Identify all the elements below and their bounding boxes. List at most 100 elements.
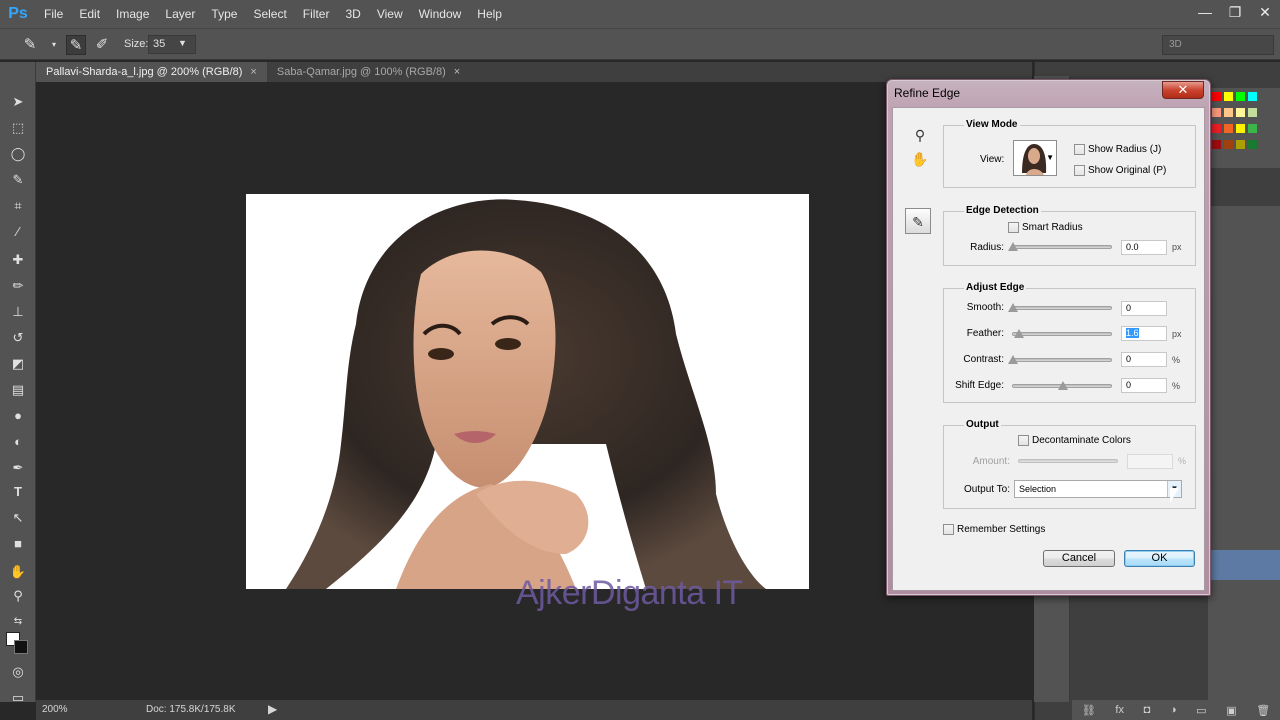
swatch[interactable] bbox=[1236, 124, 1245, 133]
marquee-tool-icon[interactable]: ⬚ bbox=[8, 118, 28, 138]
quick-selection-tool-icon[interactable]: ✎ bbox=[20, 35, 40, 55]
feather-slider-thumb[interactable] bbox=[1014, 329, 1024, 338]
link-layers-icon[interactable]: ⛓ bbox=[1082, 704, 1096, 717]
zoom-tool-icon[interactable]: ⚲ bbox=[909, 124, 931, 146]
contrast-slider[interactable] bbox=[1012, 358, 1112, 362]
swatch[interactable] bbox=[1212, 140, 1221, 149]
menu-type[interactable]: Type bbox=[203, 0, 245, 28]
restore-button[interactable]: ❐ bbox=[1220, 0, 1250, 24]
contrast-slider-thumb[interactable] bbox=[1008, 355, 1018, 364]
swatch[interactable] bbox=[1212, 124, 1221, 133]
gradient-tool-icon[interactable]: ▤ bbox=[8, 380, 28, 400]
menu-edit[interactable]: Edit bbox=[71, 0, 108, 28]
erase-refinements-tool-icon[interactable]: ✐ bbox=[92, 35, 112, 55]
eraser-tool-icon[interactable]: ◩ bbox=[8, 354, 28, 374]
smooth-input[interactable]: 0 bbox=[1121, 301, 1167, 316]
contrast-input[interactable]: 0 bbox=[1121, 352, 1167, 367]
smart-radius-checkbox[interactable] bbox=[1008, 222, 1019, 233]
decontaminate-colors-checkbox[interactable] bbox=[1018, 435, 1029, 446]
swatch[interactable] bbox=[1224, 108, 1233, 117]
size-input[interactable]: 35 bbox=[148, 35, 196, 54]
pen-tool-icon[interactable]: ✒ bbox=[8, 458, 28, 478]
swatch[interactable] bbox=[1224, 124, 1233, 133]
remember-settings-checkbox[interactable] bbox=[943, 524, 954, 535]
menu-3d[interactable]: 3D bbox=[337, 0, 368, 28]
menu-select[interactable]: Select bbox=[245, 0, 294, 28]
document-image[interactable] bbox=[246, 194, 809, 589]
quick-selection-tool-icon[interactable]: ✎ bbox=[8, 170, 28, 190]
view-mode-selector[interactable]: ▼ bbox=[1013, 140, 1057, 176]
menu-window[interactable]: Window bbox=[411, 0, 470, 28]
menu-filter[interactable]: Filter bbox=[295, 0, 338, 28]
swatch[interactable] bbox=[1224, 92, 1233, 101]
minimize-button[interactable]: — bbox=[1190, 0, 1220, 24]
fx-icon[interactable]: fx bbox=[1115, 704, 1124, 716]
dialog-close-button[interactable]: ✕ bbox=[1162, 81, 1204, 99]
eyedropper-tool-icon[interactable]: ⁄ bbox=[8, 222, 28, 242]
new-layer-icon[interactable]: ▣ bbox=[1226, 704, 1236, 717]
show-radius-checkbox[interactable] bbox=[1074, 144, 1085, 155]
radius-input[interactable]: 0.0 bbox=[1121, 240, 1167, 255]
shift-edge-input[interactable]: 0 bbox=[1121, 378, 1167, 393]
brush-tool-icon[interactable]: ✏ bbox=[8, 276, 28, 296]
show-original-checkbox[interactable] bbox=[1074, 165, 1085, 176]
rectangle-tool-icon[interactable]: ■ bbox=[8, 534, 28, 554]
tab-pallavi[interactable]: Pallavi-Sharda-a_l.jpg @ 200% (RGB/8) × bbox=[36, 62, 267, 82]
radius-slider-thumb[interactable] bbox=[1008, 242, 1018, 251]
tab-saba[interactable]: Saba-Qamar.jpg @ 100% (RGB/8) × bbox=[267, 62, 470, 82]
menu-image[interactable]: Image bbox=[108, 0, 157, 28]
add-mask-icon[interactable]: ◘ bbox=[1144, 704, 1151, 716]
swatch[interactable] bbox=[1236, 140, 1245, 149]
history-brush-tool-icon[interactable]: ↺ bbox=[8, 328, 28, 348]
swatch[interactable] bbox=[1248, 140, 1257, 149]
menu-help[interactable]: Help bbox=[469, 0, 510, 28]
status-menu-arrow-icon[interactable]: ▶ bbox=[268, 702, 277, 716]
workspace-select[interactable]: 3D bbox=[1162, 35, 1274, 55]
smooth-slider[interactable] bbox=[1012, 306, 1112, 310]
swatch[interactable] bbox=[1236, 92, 1245, 101]
swatch[interactable] bbox=[1212, 108, 1221, 117]
delete-layer-icon[interactable]: 🗑 bbox=[1256, 704, 1270, 717]
swatch[interactable] bbox=[1224, 140, 1233, 149]
refine-radius-tool-icon[interactable]: ✎ bbox=[66, 35, 86, 55]
hand-tool-icon[interactable]: ✋ bbox=[909, 148, 931, 170]
healing-brush-tool-icon[interactable]: ✚ bbox=[8, 250, 28, 270]
layer-row-background[interactable] bbox=[1208, 550, 1280, 580]
close-window-button[interactable]: ✕ bbox=[1250, 0, 1280, 24]
zoom-tool-icon[interactable]: ⚲ bbox=[8, 586, 28, 606]
swatch[interactable] bbox=[1212, 92, 1221, 101]
radius-slider[interactable] bbox=[1012, 245, 1112, 249]
view-dropdown-icon[interactable]: ▼ bbox=[1046, 153, 1054, 162]
menu-layer[interactable]: Layer bbox=[157, 0, 203, 28]
swatch[interactable] bbox=[1236, 108, 1245, 117]
crop-tool-icon[interactable]: ⌗ bbox=[8, 196, 28, 216]
dodge-tool-icon[interactable]: ◐ bbox=[8, 432, 28, 452]
menu-view[interactable]: View bbox=[369, 0, 411, 28]
screen-mode-icon[interactable]: ▭ bbox=[8, 688, 28, 708]
blur-tool-icon[interactable]: ● bbox=[8, 406, 28, 426]
tool-preset-dropdown-icon[interactable]: ▾ bbox=[44, 35, 64, 55]
quick-mask-icon[interactable]: ◎ bbox=[8, 662, 28, 682]
hand-tool-icon[interactable]: ✋ bbox=[8, 562, 28, 582]
smooth-slider-thumb[interactable] bbox=[1008, 303, 1018, 312]
feather-input[interactable]: 1.6 bbox=[1121, 326, 1167, 341]
adjustment-layer-icon[interactable]: ◑ bbox=[1170, 704, 1177, 716]
path-selection-tool-icon[interactable]: ↖ bbox=[8, 508, 28, 528]
feather-slider[interactable] bbox=[1012, 332, 1112, 336]
swatch[interactable] bbox=[1248, 124, 1257, 133]
swatch[interactable] bbox=[1248, 108, 1257, 117]
menu-file[interactable]: File bbox=[36, 0, 71, 28]
output-to-select[interactable]: Selection bbox=[1014, 480, 1182, 498]
type-tool-icon[interactable]: T bbox=[8, 482, 28, 502]
new-group-icon[interactable]: ▭ bbox=[1196, 704, 1206, 717]
lasso-tool-icon[interactable]: ◯ bbox=[8, 144, 28, 164]
shift-edge-slider-thumb[interactable] bbox=[1058, 381, 1068, 390]
size-dropdown-icon[interactable]: ▼ bbox=[178, 38, 187, 48]
refine-radius-tool-icon[interactable]: ✎ bbox=[905, 208, 931, 234]
close-tab-icon[interactable]: × bbox=[454, 66, 460, 78]
background-color-swatch[interactable] bbox=[14, 640, 28, 654]
ok-button[interactable]: OK bbox=[1124, 550, 1195, 567]
clone-stamp-tool-icon[interactable]: ⊥ bbox=[8, 302, 28, 322]
swatch[interactable] bbox=[1248, 92, 1257, 101]
move-tool-icon[interactable]: ➤ bbox=[8, 92, 28, 112]
